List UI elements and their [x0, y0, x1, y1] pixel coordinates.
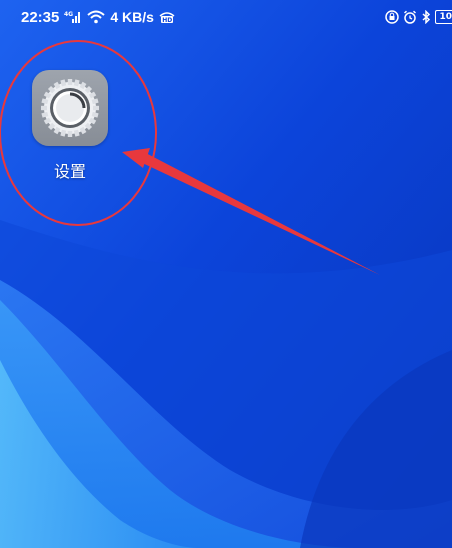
settings-app-label: 设置 — [53, 162, 86, 181]
hd-icon: HD — [159, 10, 175, 24]
wifi-icon — [87, 10, 106, 24]
status-bar: 22:35 4G 4 KB/s HD 10 — [0, 0, 452, 34]
bluetooth-icon — [421, 10, 431, 24]
settings-app-icon[interactable] — [32, 70, 108, 146]
battery-icon: 10 — [435, 10, 452, 24]
lock-rotation-icon — [385, 10, 399, 24]
status-right: 10 — [385, 10, 452, 24]
signal-icon: 4G — [64, 10, 82, 24]
alarm-icon — [403, 10, 417, 24]
svg-text:HD: HD — [162, 17, 172, 24]
gear-icon — [41, 79, 99, 137]
svg-text:4G: 4G — [64, 11, 73, 18]
status-left: 22:35 4G 4 KB/s HD — [21, 9, 175, 26]
home-screen: 22:35 4G 4 KB/s HD 10 设置 — [0, 0, 452, 548]
network-speed: 4 KB/s — [110, 9, 154, 25]
clock: 22:35 — [21, 8, 60, 26]
